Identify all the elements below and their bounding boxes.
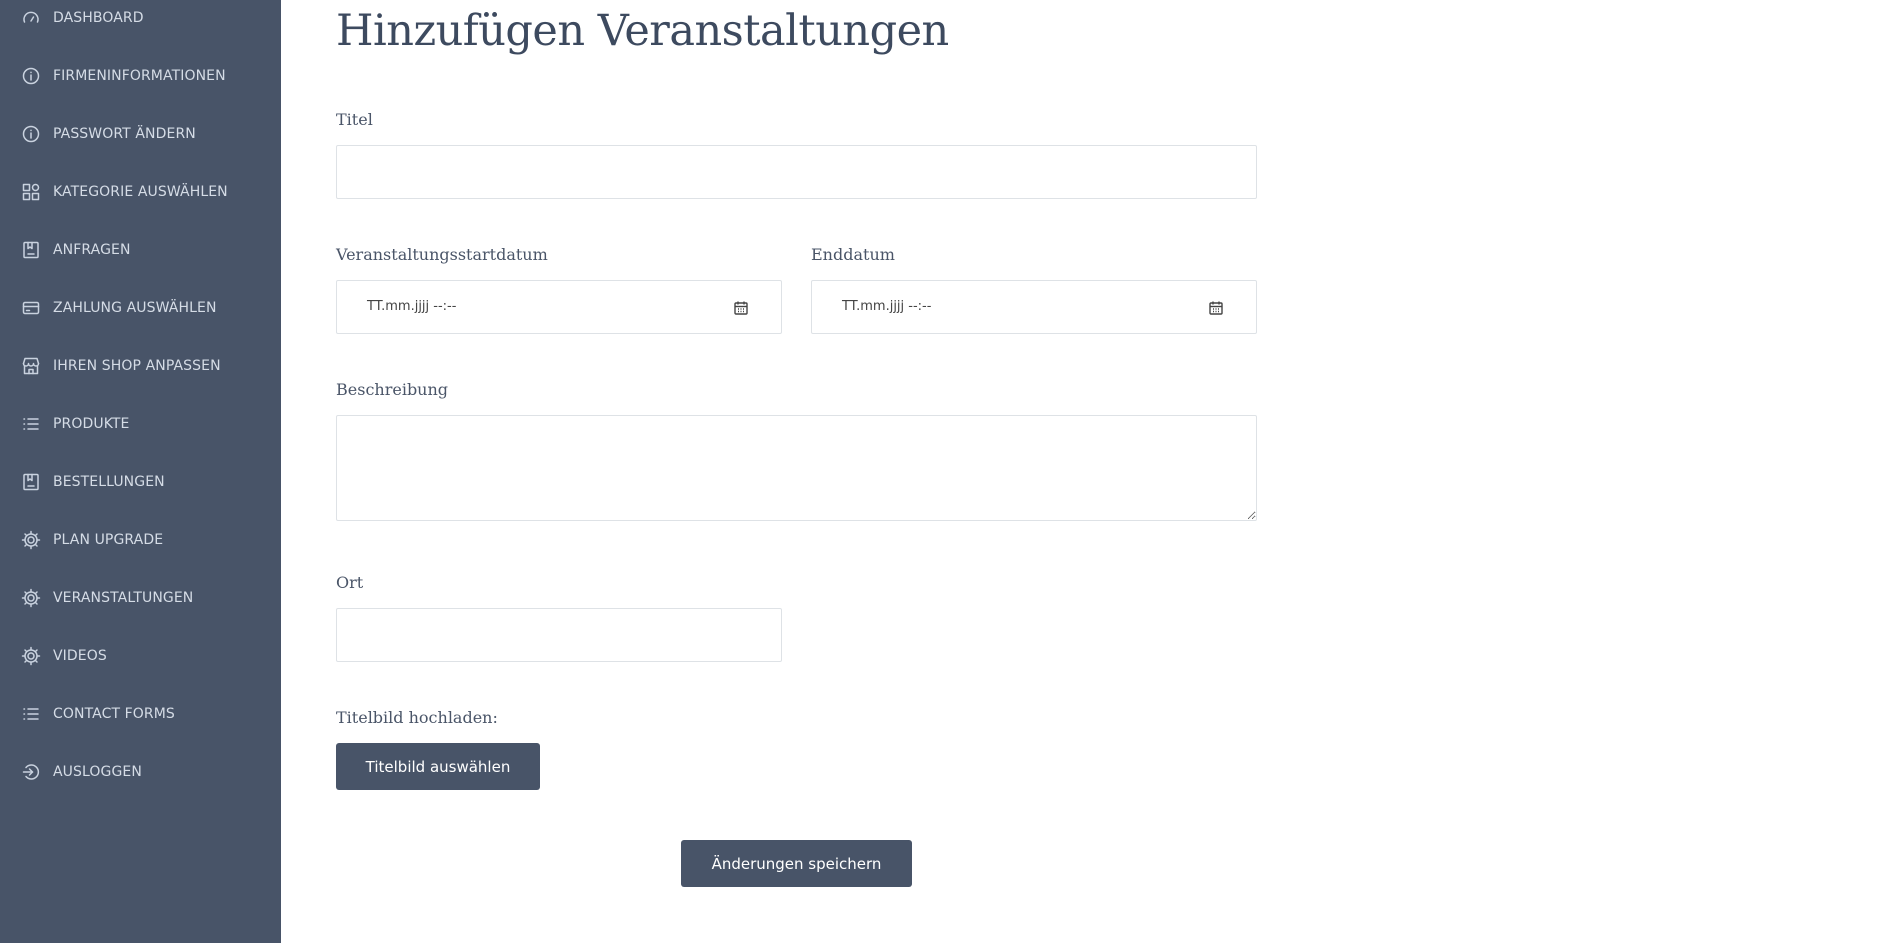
sidebar-item-passwort-aendern[interactable]: PASSWORT ÄNDERN	[0, 114, 281, 154]
sidebar-item-veranstaltungen[interactable]: VERANSTALTUNGEN	[0, 578, 281, 618]
category-icon	[21, 182, 41, 202]
end-date-label: Enddatum	[811, 245, 895, 264]
description-textarea[interactable]	[336, 415, 1257, 521]
sidebar-item-label: CONTACT FORMS	[53, 706, 175, 722]
sidebar-item-label: PRODUKTE	[53, 416, 130, 432]
sidebar-item-label: PLAN UPGRADE	[53, 532, 164, 548]
calendar-icon[interactable]	[733, 300, 749, 316]
sidebar-item-videos[interactable]: VIDEOS	[0, 636, 281, 676]
sidebar-item-label: IHREN SHOP ANPASSEN	[53, 358, 221, 374]
sidebar-item-plan-upgrade[interactable]: PLAN UPGRADE	[0, 520, 281, 560]
title-label: Titel	[336, 110, 373, 129]
sidebar-item-label: FIRMENINFORMATIONEN	[53, 68, 226, 84]
app-root: DASHBOARD FIRMENINFORMATIONEN PASSWORT Ä…	[0, 0, 1889, 943]
start-date-placeholder: TT.mm.jjjj --:--	[367, 299, 457, 314]
end-date-input[interactable]: TT.mm.jjjj --:--	[811, 280, 1257, 334]
gauge-icon	[21, 8, 41, 28]
sidebar-item-firmeninformationen[interactable]: FIRMENINFORMATIONEN	[0, 56, 281, 96]
bookmark-icon	[21, 240, 41, 260]
title-input[interactable]	[336, 145, 1257, 199]
select-title-image-button[interactable]: Titelbild auswählen	[336, 743, 540, 790]
description-label: Beschreibung	[336, 380, 449, 399]
sidebar-item-dashboard[interactable]: DASHBOARD	[0, 0, 281, 38]
sidebar-item-kategorie-auswaehlen[interactable]: KATEGORIE AUSWÄHLEN	[0, 172, 281, 212]
start-date-label: Veranstaltungsstartdatum	[336, 245, 548, 264]
bookmark-icon	[21, 472, 41, 492]
sidebar-item-label: PASSWORT ÄNDERN	[53, 126, 196, 142]
calendar-icon[interactable]	[1208, 300, 1224, 316]
credit-card-icon	[21, 298, 41, 318]
settings-icon	[21, 530, 41, 550]
sidebar-item-label: VIDEOS	[53, 648, 107, 664]
list-icon	[21, 414, 41, 434]
sidebar-item-label: ANFRAGEN	[53, 242, 131, 258]
settings-icon	[21, 588, 41, 608]
location-label: Ort	[336, 573, 364, 592]
sidebar: DASHBOARD FIRMENINFORMATIONEN PASSWORT Ä…	[0, 0, 281, 943]
sidebar-item-label: AUSLOGGEN	[53, 764, 142, 780]
store-icon	[21, 356, 41, 376]
main-content: Hinzufügen Veranstaltungen Titel Veranst…	[281, 0, 1889, 943]
location-input[interactable]	[336, 608, 782, 662]
sidebar-item-label: BESTELLUNGEN	[53, 474, 165, 490]
image-upload-label: Titelbild hochladen:	[336, 708, 498, 727]
save-changes-button[interactable]: Änderungen speichern	[681, 840, 912, 887]
sidebar-item-anfragen[interactable]: ANFRAGEN	[0, 230, 281, 270]
start-date-input[interactable]: TT.mm.jjjj --:--	[336, 280, 782, 334]
sidebar-item-ihren-shop-anpassen[interactable]: IHREN SHOP ANPASSEN	[0, 346, 281, 386]
sidebar-item-label: ZAHLUNG AUSWÄHLEN	[53, 300, 217, 316]
sidebar-item-bestellungen[interactable]: BESTELLUNGEN	[0, 462, 281, 502]
sidebar-item-label: KATEGORIE AUSWÄHLEN	[53, 184, 228, 200]
info-icon	[21, 66, 41, 86]
sidebar-item-produkte[interactable]: PRODUKTE	[0, 404, 281, 444]
logout-icon	[21, 762, 41, 782]
page-title: Hinzufügen Veranstaltungen	[336, 6, 949, 56]
info-icon	[21, 124, 41, 144]
sidebar-item-label: DASHBOARD	[53, 10, 144, 26]
sidebar-item-contact-forms[interactable]: CONTACT FORMS	[0, 694, 281, 734]
list-icon	[21, 704, 41, 724]
end-date-placeholder: TT.mm.jjjj --:--	[842, 299, 932, 314]
settings-icon	[21, 646, 41, 666]
sidebar-item-zahlung-auswaehlen[interactable]: ZAHLUNG AUSWÄHLEN	[0, 288, 281, 328]
sidebar-item-label: VERANSTALTUNGEN	[53, 590, 194, 606]
sidebar-item-ausloggen[interactable]: AUSLOGGEN	[0, 752, 281, 792]
